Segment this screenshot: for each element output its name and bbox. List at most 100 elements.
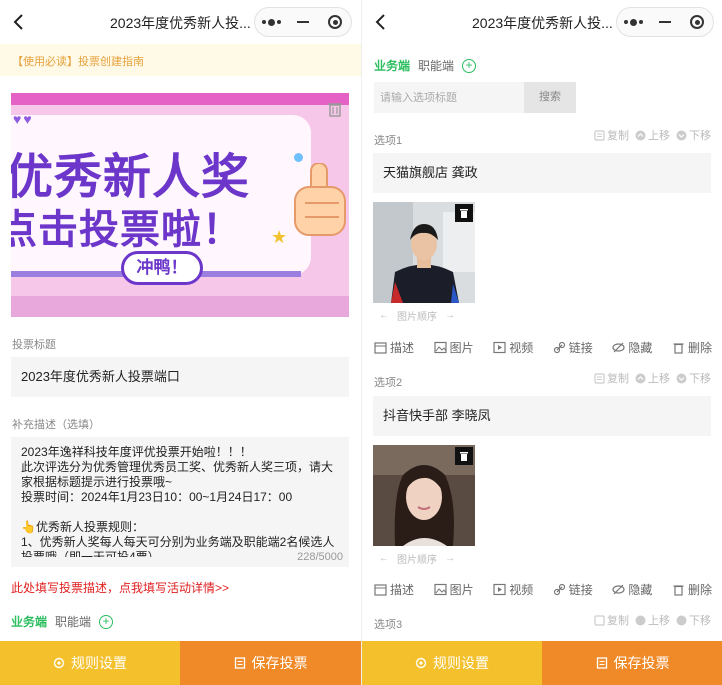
banner-pill: 冲鸭！ [121,251,203,285]
arrow-up-icon [635,130,646,140]
document-icon [596,657,607,669]
add-tab-icon[interactable]: + [99,614,114,629]
save-vote-label: 保存投票 [251,655,308,671]
copy-option-button[interactable]: 复制 [594,370,629,386]
tool-desc[interactable]: 描述 [374,339,414,356]
calendar-icon [374,584,387,596]
trash-icon [460,209,468,218]
arrow-down-icon [676,373,687,383]
chevron-left-icon [13,14,23,30]
trash-icon [460,452,468,461]
tab-business[interactable]: 业务端 [11,613,47,630]
option-photo[interactable] [373,445,475,546]
video-icon [493,583,506,596]
trash-icon [673,585,684,596]
arrow-down-icon [676,615,687,625]
tool-image[interactable]: 图片 [433,581,474,598]
photo-order-label: 图片顺序 [397,555,437,566]
tool-hide[interactable]: 隐藏 [612,339,652,356]
image-icon [433,583,447,596]
nav-header: 2023年度优秀新人投... [362,0,722,44]
delete-photo-button[interactable] [455,447,473,465]
more-dots-icon[interactable] [617,8,649,36]
vote-title-label: 投票标题 [12,339,56,351]
tab-function[interactable]: 职能端 [418,57,454,74]
save-vote-button[interactable]: 保存投票 [180,641,361,685]
tab-business[interactable]: 业务端 [374,57,410,74]
tool-delete[interactable]: 删除 [672,339,712,356]
save-vote-button[interactable]: 保存投票 [542,641,722,685]
tool-video[interactable]: 视频 [493,581,533,598]
delete-cover-icon[interactable] [327,101,343,117]
tool-link[interactable]: 链接 [553,339,593,356]
back-button[interactable] [8,8,30,36]
option-actions: 复制 上移 下移 [594,127,711,143]
tool-image[interactable]: 图片 [433,339,474,356]
rule-settings-label: 规则设置 [433,655,489,671]
cover-banner-image: ♥♥ 优秀新人奖 点击投票啦！ 冲鸭！ ★ [11,93,349,317]
move-down-button[interactable]: 下移 [676,127,711,143]
more-dots-icon[interactable] [255,8,287,36]
close-target-icon[interactable] [681,8,713,36]
tool-desc[interactable]: 描述 [374,581,414,598]
photo-order-row: ← 图片顺序 → [379,551,455,566]
option-label: 选项3 [374,619,403,631]
move-up-button[interactable]: 上移 [635,127,670,143]
delete-photo-button[interactable] [455,204,473,222]
option-title-input[interactable]: 天猫旗舰店 龚政 [373,153,711,193]
link-icon [553,583,565,596]
close-target-icon[interactable] [319,8,351,36]
tool-hide[interactable]: 隐藏 [612,581,652,598]
option-title-input[interactable]: 抖音快手部 李晓凤 [373,396,711,436]
tab-function[interactable]: 职能端 [55,613,91,630]
move-down-button[interactable]: 下移 [676,612,711,628]
document-icon [234,657,245,669]
page-title: 2023年度优秀新人投... [472,15,612,31]
tool-delete[interactable]: 删除 [672,581,712,598]
search-button[interactable]: 搜索 [524,82,576,113]
copy-icon [594,129,605,141]
option-search-input[interactable] [374,82,524,113]
add-tab-icon[interactable]: + [462,58,477,73]
back-button[interactable] [370,8,392,36]
desc-textarea[interactable]: 2023年逸祥科技年度评优投票开始啦！！！ 此次评选分为优秀管理优秀员工奖、优秀… [11,437,349,567]
minimize-icon[interactable] [649,8,681,36]
activity-detail-link[interactable]: 此处填写投票描述，点我填写活动详情>> [11,579,229,596]
move-up-button[interactable]: 上移 [635,612,670,628]
arrow-right-icon[interactable]: → [445,310,455,321]
move-up-button[interactable]: 上移 [635,370,670,386]
bottom-bar: 规则设置 保存投票 [0,641,361,685]
tool-link[interactable]: 链接 [553,581,593,598]
guide-notice-link[interactable]: 【使用必读】投票创建指南 [0,44,361,76]
copy-option-button[interactable]: 复制 [594,612,629,628]
category-tabs: 业务端 职能端 + [374,57,477,74]
option-actions: 复制 上移 下移 [594,612,711,628]
arrow-right-icon[interactable]: → [445,553,455,564]
desc-text: 2023年逸祥科技年度评优投票开始啦！！！ 此次评选分为优秀管理优秀员工奖、优秀… [21,445,335,557]
option-toolbar: 描述 图片 视频 链接 隐藏 删除 [374,581,712,598]
photo-order-row: ← 图片顺序 → [379,308,455,323]
copy-option-button[interactable]: 复制 [594,127,629,143]
link-icon [553,341,565,354]
option-photo[interactable] [373,202,475,303]
rule-settings-button[interactable]: 规则设置 [0,641,180,685]
category-tabs: 业务端 职能端 + [11,613,114,630]
chevron-left-icon [375,14,385,30]
banner-line2: 点击投票啦！ [11,207,243,253]
vote-title-input[interactable]: 2023年度优秀新人投票端口 [11,357,349,397]
tool-video[interactable]: 视频 [493,339,533,356]
option-toolbar: 描述 图片 视频 链接 隐藏 删除 [374,339,712,356]
minimize-icon[interactable] [287,8,319,36]
move-down-button[interactable]: 下移 [676,370,711,386]
bottom-bar: 规则设置 保存投票 [362,641,722,685]
copy-icon [594,614,605,626]
trash-icon [673,343,684,354]
right-screen: 2023年度优秀新人投... 业务端 职能端 + 搜索 选项1 复制 上移 下移… [361,0,722,685]
desc-counter: 228/5000 [297,551,343,563]
arrow-left-icon[interactable]: ← [379,553,389,564]
arrow-left-icon[interactable]: ← [379,310,389,321]
save-vote-label: 保存投票 [613,655,670,671]
option-actions: 复制 上移 下移 [594,370,711,386]
left-screen: 2023年度优秀新人投... 【使用必读】投票创建指南 ♥♥ 优秀新人奖 点击投… [0,0,361,685]
rule-settings-button[interactable]: 规则设置 [362,641,542,685]
